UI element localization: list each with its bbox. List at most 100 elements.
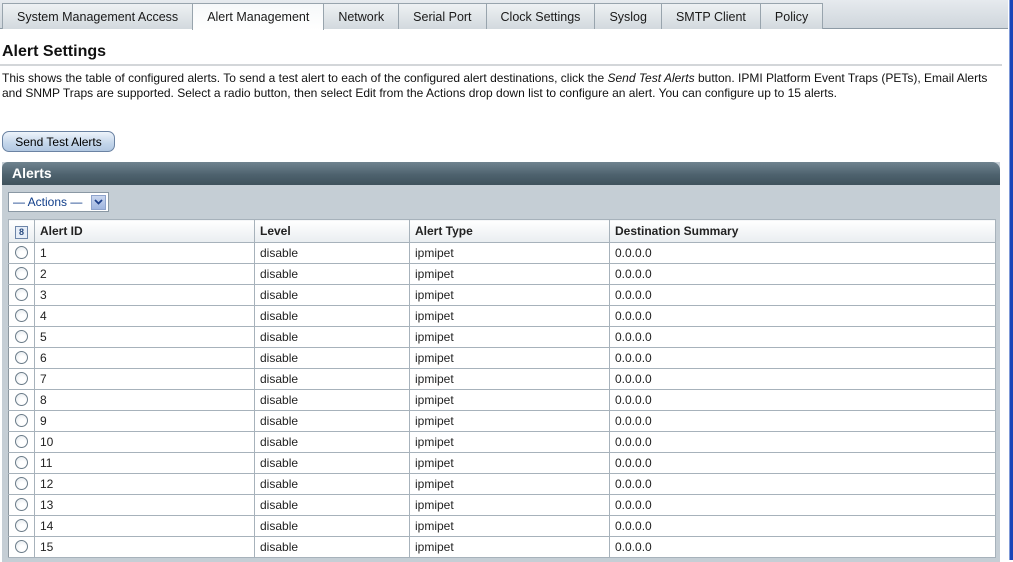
- description-text: This shows the table of configured alert…: [2, 71, 608, 85]
- row-select-cell[interactable]: [8, 347, 35, 369]
- row-radio-button[interactable]: [15, 434, 28, 448]
- destination-cell: 0.0.0.0: [609, 410, 996, 432]
- level-cell: disable: [254, 347, 410, 369]
- destination-cell: 0.0.0.0: [609, 431, 996, 453]
- tabs: System Management Access Alert Management…: [2, 3, 824, 30]
- tab-system-management-access[interactable]: System Management Access: [2, 3, 194, 29]
- row-radio-button[interactable]: [15, 539, 28, 553]
- row-radio-button[interactable]: [15, 497, 28, 511]
- actions-dropdown-value: — Actions —: [13, 195, 83, 209]
- row-radio-button[interactable]: [15, 266, 28, 280]
- row-select-cell[interactable]: [8, 242, 35, 264]
- column-header-destination-summary[interactable]: Destination Summary: [609, 219, 996, 243]
- destination-cell: 0.0.0.0: [609, 326, 996, 348]
- table-row: 13 disable ipmipet 0.0.0.0: [8, 494, 996, 516]
- destination-cell: 0.0.0.0: [609, 389, 996, 411]
- alert-type-cell: ipmipet: [409, 347, 610, 369]
- alert-id-cell: 1: [34, 242, 255, 264]
- row-select-cell[interactable]: [8, 431, 35, 453]
- level-cell: disable: [254, 473, 410, 495]
- row-select-cell[interactable]: [8, 494, 35, 516]
- level-cell: disable: [254, 431, 410, 453]
- row-select-cell[interactable]: [8, 452, 35, 474]
- destination-cell: 0.0.0.0: [609, 284, 996, 306]
- alert-id-cell: 6: [34, 347, 255, 369]
- row-radio-button[interactable]: [15, 329, 28, 343]
- destination-cell: 0.0.0.0: [609, 452, 996, 474]
- alert-type-cell: ipmipet: [409, 263, 610, 285]
- row-radio-button[interactable]: [15, 308, 28, 322]
- alerts-panel-title: Alerts: [2, 162, 1000, 185]
- alert-type-cell: ipmipet: [409, 242, 610, 264]
- tab-alert-management[interactable]: Alert Management: [192, 3, 325, 30]
- alert-id-cell: 12: [34, 473, 255, 495]
- level-cell: disable: [254, 452, 410, 474]
- page-title: Alert Settings: [2, 43, 107, 60]
- destination-cell: 0.0.0.0: [609, 368, 996, 390]
- alerts-table: 8 Alert ID Level Alert Type Destination …: [8, 219, 996, 558]
- level-cell: disable: [254, 284, 410, 306]
- row-select-cell[interactable]: [8, 305, 35, 327]
- row-radio-button[interactable]: [15, 287, 28, 301]
- tab-policy[interactable]: Policy: [759, 3, 824, 29]
- alert-id-cell: 13: [34, 494, 255, 516]
- tab-syslog[interactable]: Syslog: [594, 3, 662, 29]
- table-row: 8 disable ipmipet 0.0.0.0: [8, 389, 996, 411]
- row-radio-button[interactable]: [15, 413, 28, 427]
- row-radio-button[interactable]: [15, 371, 28, 385]
- row-select-cell[interactable]: [8, 284, 35, 306]
- row-radio-button[interactable]: [15, 350, 28, 364]
- column-header-alert-type[interactable]: Alert Type: [409, 219, 610, 243]
- row-select-cell[interactable]: [8, 389, 35, 411]
- send-test-alerts-button[interactable]: Send Test Alerts: [2, 131, 115, 152]
- row-select-cell[interactable]: [8, 326, 35, 348]
- table-row: 15 disable ipmipet 0.0.0.0: [8, 536, 996, 558]
- row-select-cell[interactable]: [8, 368, 35, 390]
- row-select-cell[interactable]: [8, 473, 35, 495]
- destination-cell: 0.0.0.0: [609, 536, 996, 558]
- level-cell: disable: [254, 263, 410, 285]
- level-cell: disable: [254, 389, 410, 411]
- column-header-level[interactable]: Level: [254, 219, 410, 243]
- level-cell: disable: [254, 536, 410, 558]
- row-radio-button[interactable]: [15, 245, 28, 259]
- alert-type-cell: ipmipet: [409, 515, 610, 537]
- tab-bar: System Management Access Alert Management…: [0, 0, 1008, 30]
- tab-network[interactable]: Network: [323, 3, 400, 29]
- table-row: 7 disable ipmipet 0.0.0.0: [8, 368, 996, 390]
- selection-menu-icon[interactable]: 8: [15, 225, 28, 239]
- level-cell: disable: [254, 410, 410, 432]
- alert-id-cell: 9: [34, 410, 255, 432]
- alert-id-cell: 5: [34, 326, 255, 348]
- row-select-cell[interactable]: [8, 536, 35, 558]
- alert-id-cell: 15: [34, 536, 255, 558]
- level-cell: disable: [254, 305, 410, 327]
- window-edge: [1009, 0, 1013, 560]
- table-row: 6 disable ipmipet 0.0.0.0: [8, 347, 996, 369]
- tab-smtp-client[interactable]: SMTP Client: [660, 3, 761, 29]
- row-select-cell[interactable]: [8, 515, 35, 537]
- row-radio-button[interactable]: [15, 455, 28, 469]
- select-column-header[interactable]: 8: [8, 219, 35, 243]
- tab-serial-port[interactable]: Serial Port: [398, 3, 487, 29]
- alert-id-cell: 14: [34, 515, 255, 537]
- row-radio-button[interactable]: [15, 392, 28, 406]
- table-row: 5 disable ipmipet 0.0.0.0: [8, 326, 996, 348]
- actions-dropdown[interactable]: — Actions —: [8, 192, 109, 212]
- alert-type-cell: ipmipet: [409, 326, 610, 348]
- alert-type-cell: ipmipet: [409, 284, 610, 306]
- destination-cell: 0.0.0.0: [609, 347, 996, 369]
- alert-type-cell: ipmipet: [409, 452, 610, 474]
- chevron-down-icon[interactable]: [91, 194, 106, 210]
- alert-id-cell: 7: [34, 368, 255, 390]
- table-row: 12 disable ipmipet 0.0.0.0: [8, 473, 996, 495]
- row-radio-button[interactable]: [15, 518, 28, 532]
- destination-cell: 0.0.0.0: [609, 242, 996, 264]
- destination-cell: 0.0.0.0: [609, 305, 996, 327]
- row-radio-button[interactable]: [15, 476, 28, 490]
- column-header-alert-id[interactable]: Alert ID: [34, 219, 255, 243]
- row-select-cell[interactable]: [8, 410, 35, 432]
- alert-type-cell: ipmipet: [409, 536, 610, 558]
- row-select-cell[interactable]: [8, 263, 35, 285]
- tab-clock-settings[interactable]: Clock Settings: [485, 3, 596, 29]
